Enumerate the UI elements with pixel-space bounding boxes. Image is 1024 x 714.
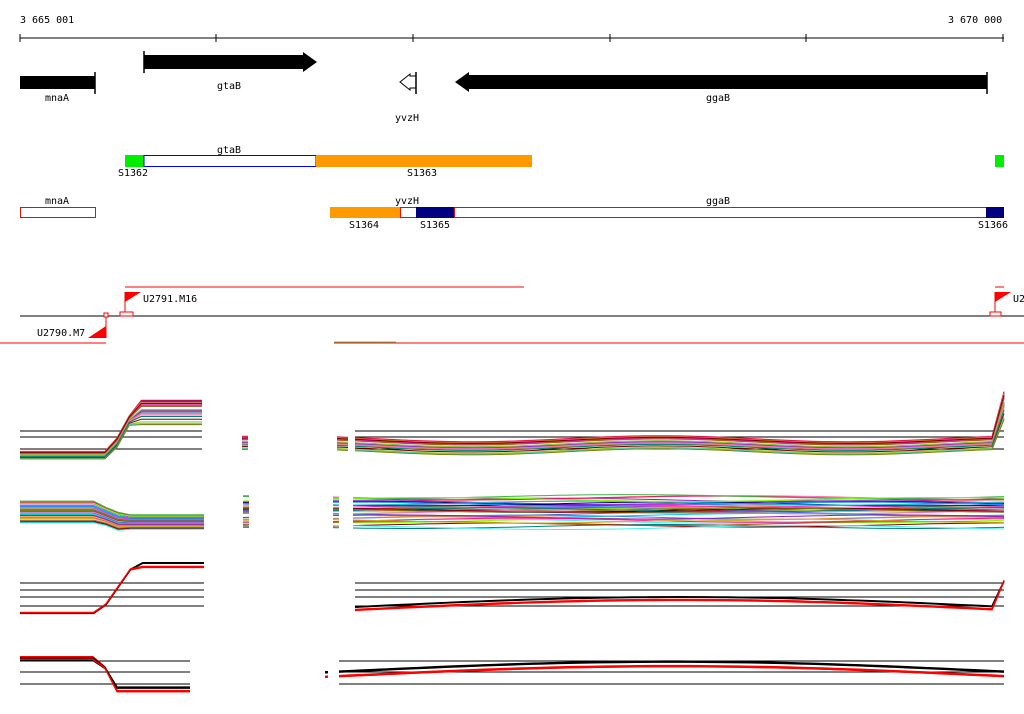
segment-label-S1363: S1363 — [407, 168, 437, 179]
gene-ggaB-arrow — [455, 72, 987, 92]
expression-panels — [20, 391, 1005, 693]
gene-mnaA[interactable]: mnaA — [20, 72, 96, 104]
transcript-track: U2791.M16 U2790.M7 U2 — [0, 286, 1024, 344]
expression-profile-line — [336, 443, 349, 445]
gene-gtaB[interactable]: gtaB — [143, 51, 317, 92]
gene-ggaB[interactable]: ggaB — [455, 72, 988, 104]
segment-row2-label-mnaA: mnaA — [45, 196, 69, 207]
expression-profile-line — [354, 580, 1005, 611]
expression-profile-line — [354, 392, 1005, 443]
segment-track-2: mnaA yvzH ggaB S1364 S1365 S1366 — [20, 196, 1008, 231]
expression-profile-line — [20, 562, 204, 614]
expression-panel-3 — [20, 562, 1005, 615]
expression-profile-line — [354, 580, 1005, 608]
coordinate-ruler: 3 665 001 3 670 000 — [19, 15, 1004, 42]
gene-gtaB-arrow — [144, 52, 317, 72]
segment-label-S1365: S1365 — [420, 220, 450, 231]
gene-track: mnaA gtaB yvzH ggaB — [20, 51, 988, 124]
flag-U2790-M7[interactable]: U2790.M7 — [37, 312, 109, 339]
segment-row1-gene-label: gtaB — [217, 145, 241, 156]
gene-outline-gtaB[interactable] — [143, 155, 317, 167]
segment-track-1: gtaB S1362 S1363 — [118, 145, 1004, 179]
segment-row2-label-yvzH: yvzH — [395, 196, 419, 207]
expression-profile-line — [336, 436, 349, 438]
flag-U2[interactable]: U2 — [989, 292, 1024, 317]
transcript-label-U2790: U2790.M7 — [37, 328, 85, 339]
transcript-label-U2791: U2791.M16 — [143, 294, 197, 305]
segment-end-green[interactable] — [995, 155, 1004, 167]
expression-profile-line — [20, 416, 202, 457]
genome-browser: 3 665 001 3 670 000 mnaA gtaB yvzH ggaB … — [0, 15, 1024, 693]
segment-S1365-navy[interactable] — [416, 207, 454, 218]
gene-yvzH[interactable]: yvzH — [395, 72, 419, 124]
segment-label-S1364: S1364 — [349, 220, 379, 231]
segment-row2-label-ggaB: ggaB — [706, 196, 730, 207]
expression-profile-line — [20, 657, 190, 688]
gene-mnaA-label: mnaA — [45, 93, 69, 104]
expression-profile-line — [20, 399, 202, 452]
expression-panel-1 — [20, 391, 1005, 460]
gene-outline-yvzH[interactable] — [400, 207, 417, 218]
expression-profile-line — [354, 393, 1005, 444]
expression-profile-line — [354, 391, 1005, 443]
expression-profile-line — [20, 658, 190, 689]
segment-S1363-orange[interactable] — [316, 155, 532, 167]
expression-panel-4 — [20, 656, 1005, 693]
ruler-start-label: 3 665 001 — [20, 15, 74, 26]
expression-profile-line — [336, 441, 349, 443]
expression-profile-line — [336, 438, 349, 440]
gene-ggaB-label: ggaB — [706, 93, 730, 104]
gene-yvzH-arrow — [399, 72, 417, 92]
ruler-end-label: 3 670 000 — [948, 15, 1002, 26]
segment-S1362-green[interactable] — [125, 155, 144, 167]
gene-gtaB-label: gtaB — [217, 81, 241, 92]
transcript-label-U2: U2 — [1013, 294, 1024, 305]
gene-mnaA-arrow — [20, 76, 95, 89]
expression-profile-line — [336, 447, 349, 450]
expression-panel-2 — [20, 494, 1005, 531]
gene-outline-ggaB[interactable] — [454, 207, 987, 218]
flag-U2791-M16[interactable]: U2791.M16 — [119, 292, 197, 317]
expression-profile-line — [354, 393, 1005, 444]
segment-label-S1366: S1366 — [978, 220, 1008, 231]
expression-profile-line — [354, 581, 1005, 608]
segment-S1364-orange[interactable] — [330, 207, 400, 218]
segment-S1366-navy[interactable] — [986, 207, 1004, 218]
expression-profile-line — [20, 656, 190, 692]
gene-outline-mnaA[interactable] — [20, 207, 96, 218]
gene-yvzH-label: yvzH — [395, 113, 419, 124]
expression-profile-line — [354, 392, 1005, 443]
expression-profile-line — [336, 449, 349, 451]
segment-label-S1362: S1362 — [118, 168, 148, 179]
